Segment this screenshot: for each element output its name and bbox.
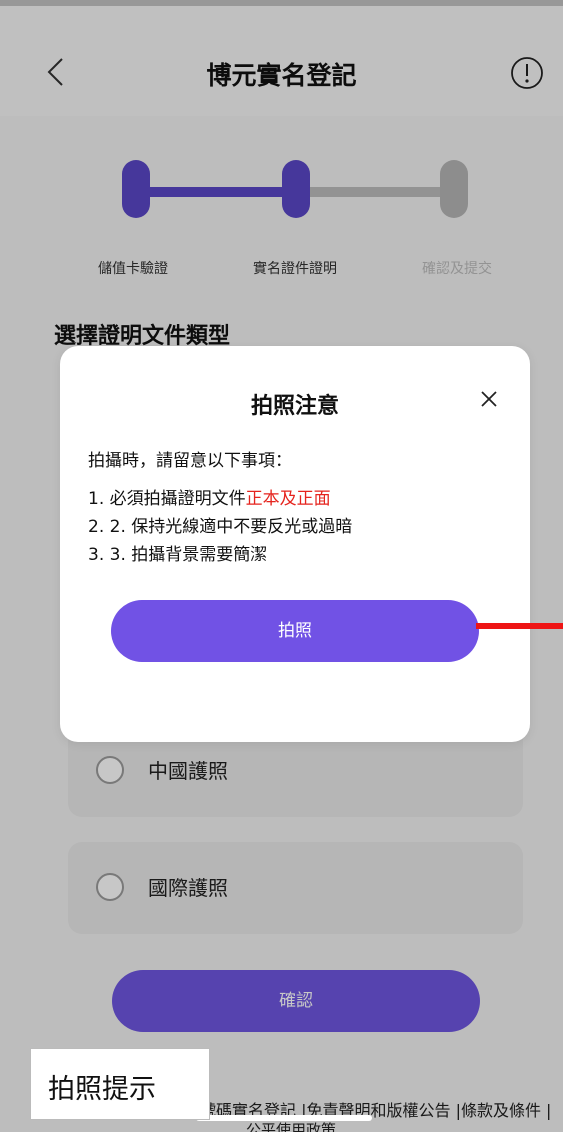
modal-line-1-text: 1. 必須拍攝證明文件 — [88, 489, 246, 509]
modal-title: 拍照注意 — [250, 394, 339, 419]
home-indicator — [196, 1115, 372, 1121]
caption-text: 拍照提示 — [48, 1074, 156, 1105]
modal-line-1: 1. 必須拍攝證明文件正本及正面 — [88, 484, 331, 509]
modal-line-3: 3. 3. 拍攝背景需要簡潔 — [88, 545, 268, 565]
take-photo-button[interactable]: 拍照 — [111, 600, 479, 662]
annotation-arrow-line — [476, 623, 563, 629]
screen: 博元實名登記 儲值卡驗證 實名證件證明 確認及提交 選擇證明文件類型 中國護照 … — [0, 0, 563, 1132]
modal-line-2: 2. 2. 保持光線適中不要反光或過暗 — [88, 517, 353, 537]
caption-box: 拍照提示 — [30, 1048, 210, 1120]
modal-intro: 拍攝時，請留意以下事項： — [88, 451, 292, 471]
close-icon[interactable] — [476, 386, 502, 412]
modal-line-1-highlight: 正本及正面 — [245, 489, 331, 509]
photo-tips-modal: 拍照注意 拍攝時，請留意以下事項： 1. 必須拍攝證明文件正本及正面 2. 2.… — [60, 346, 530, 742]
